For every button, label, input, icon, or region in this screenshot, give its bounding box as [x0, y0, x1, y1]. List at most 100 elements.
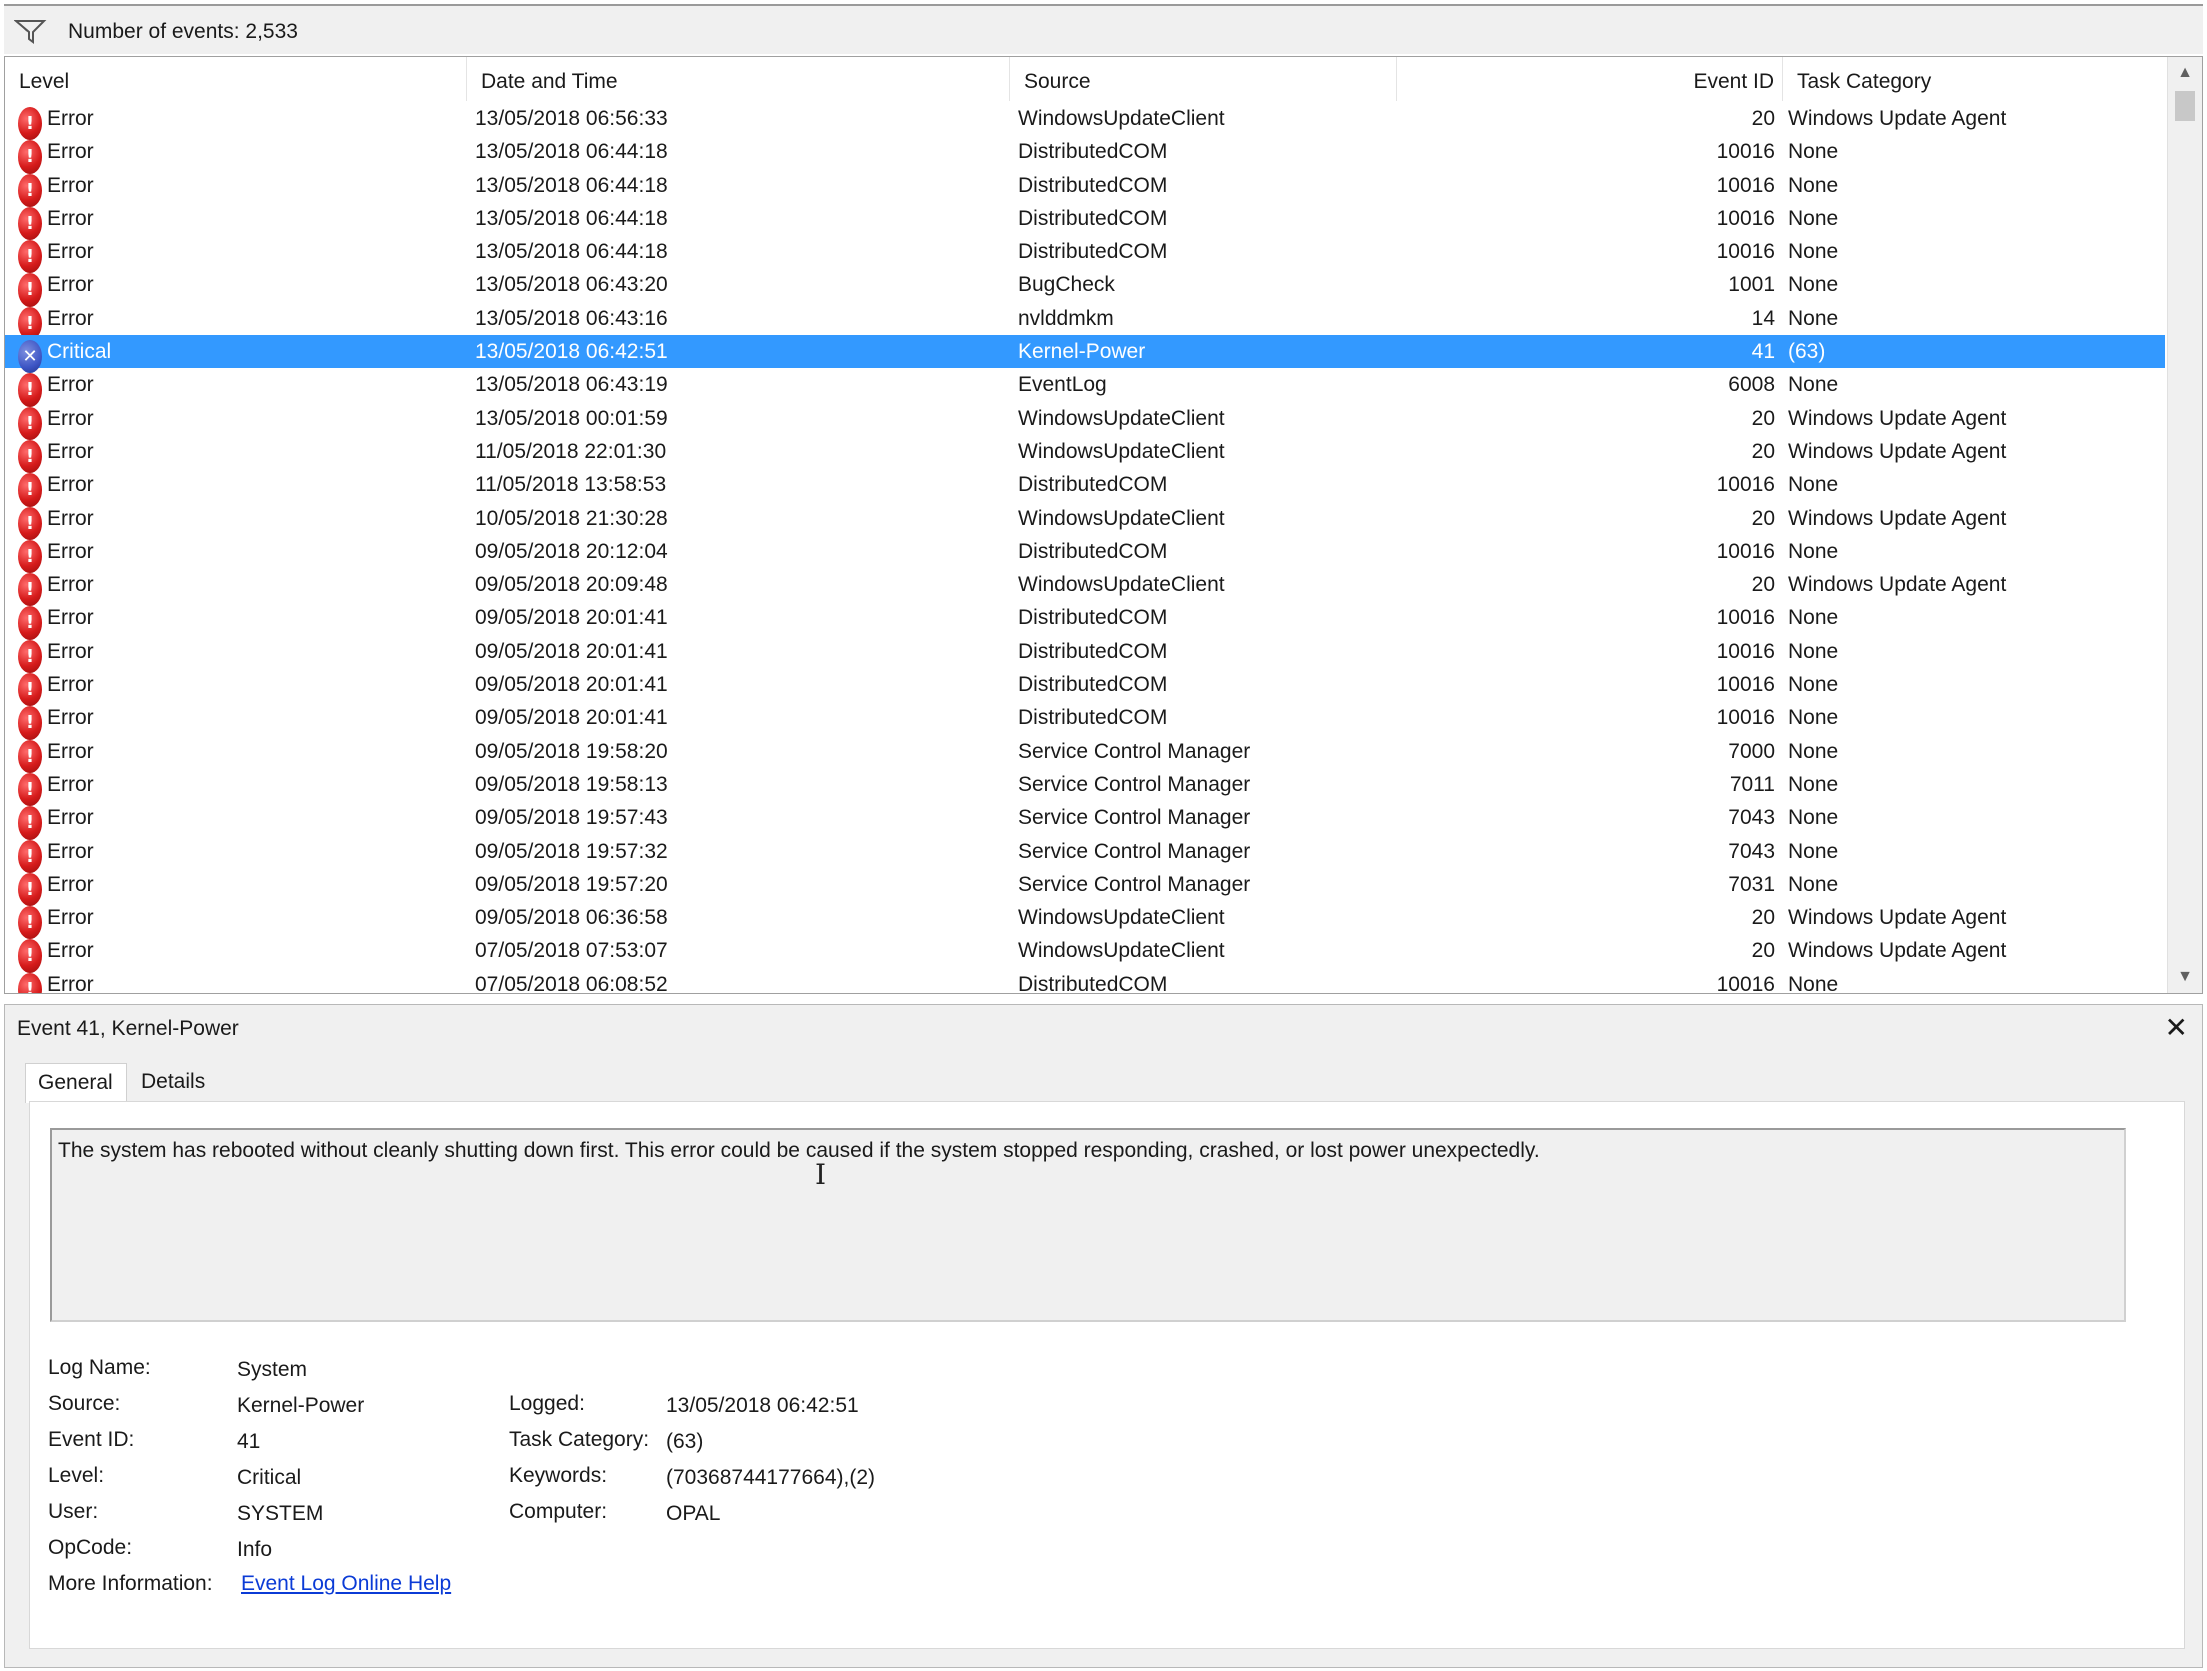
datetime-cell: 09/05/2018 20:09:48: [475, 573, 668, 597]
event-id-cell: 10016: [1716, 606, 1775, 630]
level-cell: Error: [47, 473, 94, 497]
detail-title: Event 41, Kernel-Power: [17, 1017, 239, 1040]
level-cell: Error: [47, 439, 94, 463]
column-header-task-category[interactable]: Task Category: [1783, 57, 2165, 101]
event-id-cell: 7031: [1728, 872, 1775, 896]
table-row[interactable]: ! Error 13/05/2018 06:44:18 DistributedCOM 1…: [5, 202, 2165, 241]
column-header-source[interactable]: Source: [1010, 57, 1397, 101]
source-cell: WindowsUpdateClient: [1018, 439, 1225, 463]
datetime-cell: 13/05/2018 06:42:51: [475, 340, 668, 364]
event-id-cell: 20: [1751, 939, 1775, 963]
table-row[interactable]: ! Error 13/05/2018 06:44:18 DistributedCOM 1…: [5, 135, 2165, 174]
event-id-cell: 7043: [1728, 806, 1775, 830]
table-row[interactable]: ! Error 13/05/2018 06:56:33 WindowsUpdateCl…: [5, 102, 2165, 141]
table-row[interactable]: ! Error 09/05/2018 06:36:58 WindowsUpdateCl…: [5, 901, 2165, 940]
table-row[interactable]: ✕ Critical 13/05/2018 06:42:51 Kernel-Power…: [5, 335, 2165, 374]
level-cell: Error: [47, 673, 94, 697]
column-header-datetime[interactable]: Date and Time: [467, 57, 1010, 101]
source-label: Source:: [48, 1392, 121, 1415]
event-id-cell: 10016: [1716, 706, 1775, 730]
scroll-down-icon[interactable]: ▼: [2168, 963, 2202, 991]
table-row[interactable]: ! Error 09/05/2018 19:57:32 Service Control…: [5, 835, 2165, 873]
datetime-cell: 11/05/2018 13:58:53: [475, 473, 667, 497]
event-id-cell: 10016: [1716, 140, 1775, 164]
datetime-cell: 13/05/2018 06:44:18: [475, 173, 668, 197]
table-row[interactable]: ! Error 09/05/2018 20:12:04 DistributedCOM 1…: [5, 535, 2165, 574]
task-category-cell: Windows Update Agent: [1788, 906, 2007, 930]
source-cell: DistributedCOM: [1018, 972, 1168, 994]
table-row[interactable]: ! Error 09/05/2018 19:57:20 Service Control…: [5, 868, 2165, 907]
event-id-cell: 7000: [1728, 739, 1775, 763]
table-row[interactable]: ! Error 09/05/2018 20:01:41 DistributedCOM 1…: [5, 601, 2165, 640]
scroll-thumb[interactable]: [2175, 91, 2195, 121]
level-cell: Error: [47, 306, 94, 330]
table-row[interactable]: ! Error 09/05/2018 20:09:48 WindowsUpdateCl…: [5, 568, 2165, 607]
level-cell: Error: [47, 872, 94, 896]
event-id-cell: 10016: [1716, 240, 1775, 264]
table-row[interactable]: ! Error 13/05/2018 06:44:18 DistributedCOM 1…: [5, 235, 2165, 274]
table-row[interactable]: ! Error 13/05/2018 06:43:19 EventLog 6008 Non…: [5, 368, 2165, 407]
table-row[interactable]: ! Error 10/05/2018 21:30:28 WindowsUpdateCl…: [5, 502, 2165, 540]
level-cell: Error: [47, 373, 94, 397]
task-category-label: Task Category:: [509, 1428, 650, 1451]
source-cell: DistributedCOM: [1018, 206, 1168, 230]
datetime-cell: 09/05/2018 20:01:41: [475, 673, 668, 697]
source-cell: DistributedCOM: [1018, 673, 1168, 697]
source-cell: WindowsUpdateClient: [1018, 939, 1225, 963]
event-id-cell: 20: [1751, 506, 1775, 530]
table-row[interactable]: ! Error 09/05/2018 19:58:20 Service Control…: [5, 735, 2165, 773]
event-list[interactable]: Level Date and Time Source Event ID Task…: [4, 56, 2203, 994]
source-cell: DistributedCOM: [1018, 473, 1168, 497]
log-name-label: Log Name:: [48, 1356, 151, 1379]
more-information-label: More Information:: [48, 1572, 213, 1595]
event-count: Number of events: 2,533: [68, 20, 298, 43]
scroll-up-icon[interactable]: ▲: [2168, 59, 2202, 87]
table-row[interactable]: ! Error 09/05/2018 20:01:41 DistributedCOM 1…: [5, 635, 2165, 674]
event-message[interactable]: The system has rebooted without cleanly …: [50, 1128, 2126, 1322]
level-cell: Error: [47, 506, 94, 530]
level-cell: Critical: [47, 340, 112, 364]
opcode-value: Info: [237, 1538, 273, 1561]
datetime-cell: 09/05/2018 20:01:41: [475, 706, 668, 730]
column-header-level[interactable]: Level: [5, 57, 467, 101]
table-row[interactable]: ! Error 09/05/2018 19:58:13 Service Control…: [5, 768, 2165, 807]
table-row[interactable]: ! Error 07/05/2018 07:53:07 WindowsUpdateCl…: [5, 934, 2165, 973]
table-row[interactable]: ! Error 11/05/2018 13:58:53 DistributedCOM 1…: [5, 468, 2165, 507]
keywords-value: (70368744177664),(2): [666, 1466, 875, 1489]
task-category-cell: None: [1788, 473, 1839, 497]
task-category-cell: None: [1788, 772, 1839, 796]
event-id-cell: 10016: [1716, 206, 1775, 230]
table-row[interactable]: ! Error 07/05/2018 06:08:52 DistributedCOM 1…: [5, 968, 2165, 994]
task-category-cell: None: [1788, 306, 1839, 330]
table-row[interactable]: ! Error 13/05/2018 06:43:20 BugCheck 1001 Non…: [5, 268, 2165, 307]
table-row[interactable]: ! Error 13/05/2018 06:43:16 nvlddmkm 14 None: [5, 302, 2165, 341]
table-row[interactable]: ! Error 11/05/2018 22:01:30 WindowsUpdateCl…: [5, 435, 2165, 474]
task-category-cell: None: [1788, 972, 1839, 994]
task-category-cell: None: [1788, 206, 1839, 230]
close-icon[interactable]: ✕: [2165, 1011, 2188, 1044]
table-row[interactable]: ! Error 13/05/2018 06:44:18 DistributedCOM 1…: [5, 169, 2165, 207]
table-row[interactable]: ! Error 09/05/2018 20:01:41 DistributedCOM 1…: [5, 668, 2165, 707]
level-cell: Error: [47, 206, 94, 230]
level-cell: Error: [47, 806, 94, 830]
table-row[interactable]: ! Error 09/05/2018 19:57:43 Service Control…: [5, 801, 2165, 840]
task-category-cell: None: [1788, 373, 1839, 397]
event-id-cell: 20: [1751, 107, 1775, 130]
datetime-cell: 09/05/2018 20:01:41: [475, 639, 668, 663]
tab-general[interactable]: General: [25, 1063, 127, 1103]
event-id-cell: 20: [1751, 906, 1775, 930]
source-cell: Service Control Manager: [1018, 772, 1251, 796]
event-id-cell: 10016: [1716, 173, 1775, 197]
column-header-event-id[interactable]: Event ID: [1397, 57, 1783, 101]
event-id-cell: 10016: [1716, 673, 1775, 697]
event-id-cell: 20: [1751, 406, 1775, 430]
task-category-cell: None: [1788, 173, 1839, 197]
event-log-online-help-link[interactable]: Event Log Online Help: [241, 1572, 451, 1596]
tab-details[interactable]: Details: [129, 1063, 225, 1101]
vertical-scrollbar[interactable]: ▲ ▼: [2167, 57, 2202, 993]
task-category-cell: None: [1788, 606, 1839, 630]
filter-icon[interactable]: [14, 18, 48, 46]
table-row[interactable]: ! Error 13/05/2018 00:01:59 WindowsUpdateCl…: [5, 402, 2165, 440]
table-row[interactable]: ! Error 09/05/2018 20:01:41 DistributedCOM 1…: [5, 701, 2165, 740]
datetime-cell: 07/05/2018 07:53:07: [475, 939, 668, 963]
